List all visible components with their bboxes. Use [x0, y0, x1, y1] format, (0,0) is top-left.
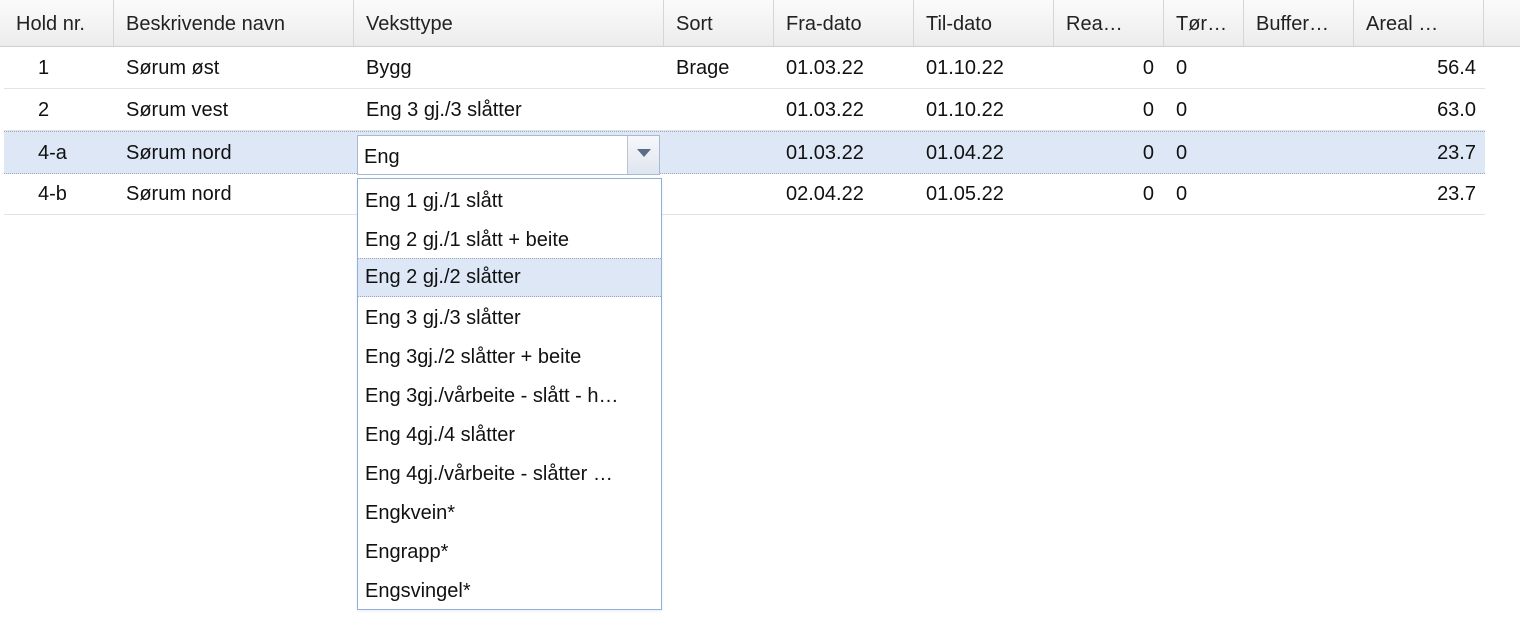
table-row[interactable]: 4-b Sørum nord 02.04.22 01.05.22 0 0 23.… — [4, 174, 1485, 215]
dropdown-option[interactable]: Eng 2 gj./1 slått + beite — [358, 220, 661, 259]
cell-tor[interactable]: 0 — [1164, 48, 1244, 88]
cell-name[interactable]: Sørum nord — [114, 133, 354, 173]
dropdown-option[interactable]: Eng 3 gj./3 slåtter — [358, 298, 661, 337]
column-header-rea[interactable]: Rea… — [1054, 0, 1164, 46]
data-grid: Hold nr. Beskrivende navn Veksttype Sort… — [0, 0, 1520, 644]
cell-areal[interactable]: 63.0 — [1354, 90, 1484, 130]
veksttype-combo-editor[interactable]: Eng — [357, 135, 660, 175]
cell-tor[interactable]: 0 — [1164, 133, 1244, 173]
cell-rea[interactable]: 0 — [1054, 133, 1164, 173]
column-header-fra-dato[interactable]: Fra-dato — [774, 0, 914, 46]
cell-veksttype[interactable]: Bygg — [354, 48, 664, 88]
dropdown-option[interactable]: Eng 3gj./vårbeite - slått - h… — [358, 376, 661, 415]
cell-areal[interactable]: 23.7 — [1354, 174, 1484, 214]
cell-buffer[interactable] — [1244, 48, 1354, 88]
cell-name[interactable]: Sørum øst — [114, 48, 354, 88]
dropdown-option[interactable]: Engkvein* — [358, 493, 661, 532]
dropdown-option[interactable]: Eng 3gj./2 slåtter + beite — [358, 337, 661, 376]
cell-hold[interactable]: 1 — [4, 48, 114, 88]
column-header-tor[interactable]: Tør… — [1164, 0, 1244, 46]
cell-veksttype[interactable]: Eng 3 gj./3 slåtter — [354, 90, 664, 130]
cell-tor[interactable]: 0 — [1164, 174, 1244, 214]
column-header-buffer[interactable]: Buffer… — [1244, 0, 1354, 46]
cell-rea[interactable]: 0 — [1054, 90, 1164, 130]
cell-rea[interactable]: 0 — [1054, 48, 1164, 88]
table-row[interactable]: 2 Sørum vest Eng 3 gj./3 slåtter 01.03.2… — [4, 90, 1485, 131]
cell-rea[interactable]: 0 — [1054, 174, 1164, 214]
cell-sort[interactable]: Brage — [664, 48, 774, 88]
dropdown-option[interactable]: Eng 1 gj./1 slått — [358, 181, 661, 220]
column-header-veksttype[interactable]: Veksttype — [354, 0, 664, 46]
cell-name[interactable]: Sørum nord — [114, 174, 354, 214]
cell-name[interactable]: Sørum vest — [114, 90, 354, 130]
cell-tor[interactable]: 0 — [1164, 90, 1244, 130]
table-row[interactable]: 1 Sørum øst Bygg Brage 01.03.22 01.10.22… — [4, 48, 1485, 89]
cell-sort[interactable] — [664, 90, 774, 130]
cell-sort[interactable] — [664, 174, 774, 214]
column-header-til-dato[interactable]: Til-dato — [914, 0, 1054, 46]
cell-areal[interactable]: 23.7 — [1354, 133, 1484, 173]
column-header-hold[interactable]: Hold nr. — [4, 0, 114, 46]
cell-hold[interactable]: 4-a — [4, 133, 114, 173]
cell-til-dato[interactable]: 01.04.22 — [914, 133, 1054, 173]
cell-buffer[interactable] — [1244, 133, 1354, 173]
cell-til-dato[interactable]: 01.10.22 — [914, 48, 1054, 88]
dropdown-option-highlighted[interactable]: Eng 2 gj./2 slåtter — [358, 258, 661, 297]
dropdown-option[interactable]: Eng 4gj./4 slåtter — [358, 415, 661, 454]
cell-buffer[interactable] — [1244, 90, 1354, 130]
column-header-name[interactable]: Beskrivende navn — [114, 0, 354, 46]
column-header-areal[interactable]: Areal … — [1354, 0, 1484, 46]
cell-til-dato[interactable]: 01.10.22 — [914, 90, 1054, 130]
grid-header: Hold nr. Beskrivende navn Veksttype Sort… — [0, 0, 1520, 47]
cell-areal[interactable]: 56.4 — [1354, 48, 1484, 88]
table-row-selected[interactable]: 4-a Sørum nord 01.03.22 01.04.22 0 0 23.… — [4, 131, 1485, 174]
dropdown-option[interactable]: Engrapp* — [358, 532, 661, 571]
cell-buffer[interactable] — [1244, 174, 1354, 214]
cell-fra-dato[interactable]: 01.03.22 — [774, 48, 914, 88]
column-header-filler — [1484, 0, 1520, 46]
dropdown-option[interactable]: Eng 4gj./vårbeite - slåtter … — [358, 454, 661, 493]
cell-hold[interactable]: 4-b — [4, 174, 114, 214]
dropdown-option[interactable]: Engsvingel* — [358, 571, 661, 610]
cell-fra-dato[interactable]: 01.03.22 — [774, 90, 914, 130]
combo-dropdown-button[interactable] — [627, 136, 659, 174]
cell-fra-dato[interactable]: 01.03.22 — [774, 133, 914, 173]
veksttype-dropdown-list[interactable]: Eng 1 gj./1 slått Eng 2 gj./1 slått + be… — [357, 178, 662, 610]
chevron-down-icon — [637, 149, 651, 157]
cell-hold[interactable]: 2 — [4, 90, 114, 130]
veksttype-combo-input[interactable]: Eng — [364, 136, 400, 174]
cell-sort[interactable] — [664, 133, 774, 173]
cell-fra-dato[interactable]: 02.04.22 — [774, 174, 914, 214]
column-header-sort[interactable]: Sort — [664, 0, 774, 46]
cell-til-dato[interactable]: 01.05.22 — [914, 174, 1054, 214]
